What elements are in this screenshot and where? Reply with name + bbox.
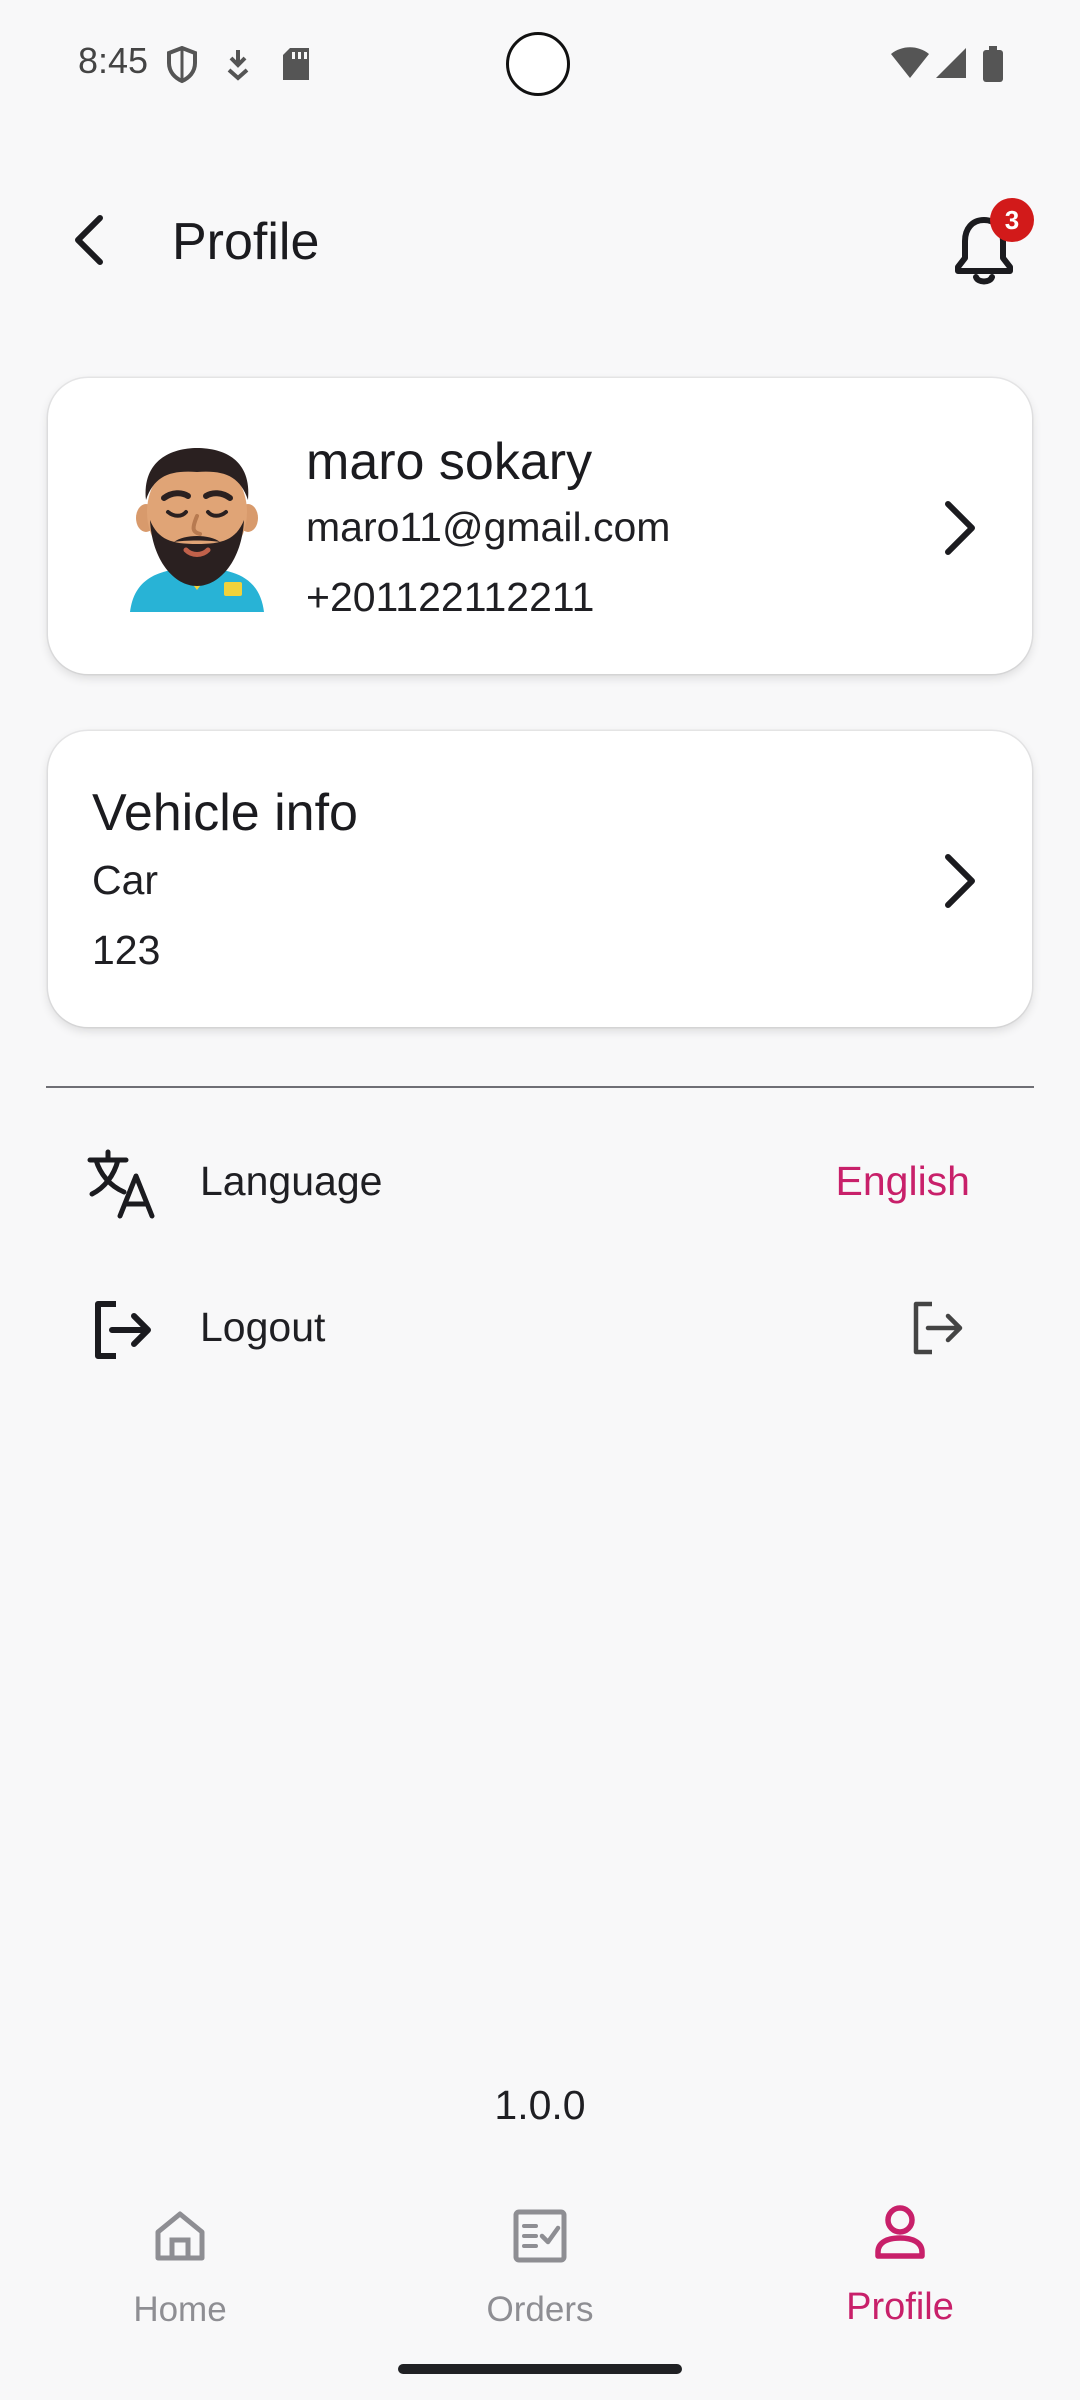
- download-icon: [224, 46, 252, 87]
- chevron-right-icon: [932, 496, 988, 560]
- back-arrow-icon: [75, 215, 103, 265]
- translate-icon: [86, 1148, 158, 1220]
- profile-card[interactable]: maro sokary maro11@gmail.com +2011221122…: [48, 378, 1032, 674]
- nav-home-label: Home: [133, 2290, 227, 2329]
- profile-phone: +201122112211: [306, 574, 595, 620]
- vehicle-card[interactable]: Vehicle info Car 123: [48, 731, 1032, 1027]
- back-button[interactable]: [62, 208, 126, 272]
- nav-orders-label: Orders: [486, 2290, 594, 2329]
- divider: [46, 1086, 1034, 1088]
- home-icon: [155, 2211, 205, 2261]
- status-bar: 8:45: [0, 0, 1080, 132]
- app-bar: Profile 3: [0, 180, 1080, 306]
- vehicle-title: Vehicle info: [92, 784, 358, 842]
- language-label: Language: [200, 1158, 383, 1204]
- nav-profile-label: Profile: [846, 2286, 954, 2328]
- logout-row[interactable]: Logout: [0, 1264, 1080, 1394]
- wifi-icon: [890, 46, 930, 85]
- logout-icon: [86, 1294, 158, 1366]
- language-value[interactable]: English: [836, 1158, 970, 1205]
- bottom-navigation: Home Orders Profile: [0, 2180, 1080, 2360]
- person-icon: [875, 2205, 925, 2259]
- shield-icon: [166, 45, 198, 89]
- cellular-signal-icon: [934, 46, 968, 85]
- vehicle-plate: 123: [92, 927, 161, 973]
- app-version: 1.0.0: [494, 2082, 586, 2128]
- avatar: [112, 440, 282, 612]
- notifications-button[interactable]: 3: [952, 198, 1034, 288]
- chevron-right-icon: [932, 849, 988, 913]
- language-setting-row[interactable]: Language English: [0, 1118, 1080, 1248]
- page-title: Profile: [172, 213, 320, 271]
- notification-badge: 3: [990, 198, 1034, 242]
- sd-card-icon: [280, 46, 312, 87]
- home-indicator[interactable]: [398, 2364, 682, 2374]
- camera-cutout: [506, 32, 570, 96]
- profile-name: maro sokary: [306, 433, 593, 491]
- logout-trailing-icon[interactable]: [906, 1296, 970, 1360]
- vehicle-type: Car: [92, 857, 159, 903]
- nav-profile[interactable]: Profile: [720, 2180, 1080, 2340]
- status-time: 8:45: [78, 40, 149, 81]
- nav-orders[interactable]: Orders: [360, 2180, 720, 2340]
- logout-label: Logout: [200, 1304, 326, 1350]
- profile-email: maro11@gmail.com: [306, 504, 671, 550]
- battery-icon: [982, 46, 1004, 87]
- orders-icon: [513, 2209, 567, 2263]
- nav-home[interactable]: Home: [0, 2180, 360, 2340]
